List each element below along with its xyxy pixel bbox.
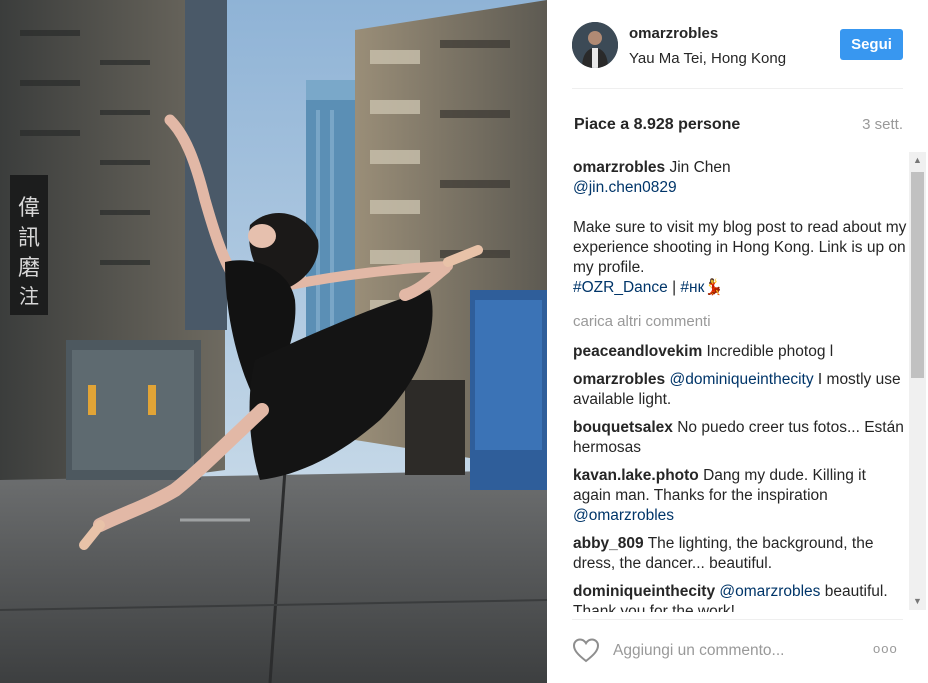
load-more-comments[interactable]: carica altri commenti <box>573 312 907 332</box>
caption-body: Make sure to visit my blog post to read … <box>573 219 907 276</box>
svg-text:偉: 偉 <box>18 196 40 221</box>
heart-icon[interactable] <box>572 637 600 663</box>
likes-count[interactable]: Piace a 8.928 persone <box>574 116 740 134</box>
comment-input[interactable] <box>613 640 843 662</box>
list-item: peaceandlovekim Incredible photog l <box>573 342 907 362</box>
comment-username[interactable]: bouquetsalex <box>573 419 673 436</box>
hashtag-hk[interactable]: #нк💃 <box>680 279 723 296</box>
more-options-icon[interactable]: ooo <box>873 641 898 656</box>
post-time[interactable]: 3 sett. <box>862 116 903 133</box>
comment-username[interactable]: dominiqueinthecity <box>573 583 715 600</box>
post-caption: omarzrobles Jin Chen @jin.chen0829 Make … <box>573 158 907 298</box>
scrollbar-thumb[interactable] <box>911 172 924 378</box>
list-item: omarzrobles @dominiqueinthecity I mostly… <box>573 370 907 410</box>
post-photo[interactable]: 偉 訊 磨 注 <box>0 0 547 683</box>
comment-text: Incredible photog l <box>702 343 834 360</box>
comment-username[interactable]: kavan.lake.photo <box>573 467 699 484</box>
caption-line1: Jin Chen <box>665 159 731 176</box>
comment-footer: ooo <box>547 620 928 683</box>
avatar[interactable] <box>572 22 618 68</box>
header-divider <box>572 88 903 89</box>
caption-username[interactable]: omarzrobles <box>573 159 665 176</box>
ballet-dancer-street-photo: 偉 訊 磨 注 <box>0 0 547 683</box>
comment-username[interactable]: omarzrobles <box>573 371 665 388</box>
comment-username[interactable]: abby_809 <box>573 535 644 552</box>
post-location[interactable]: Yau Ma Tei, Hong Kong <box>629 50 786 67</box>
post-details-panel: omarzrobles Yau Ma Tei, Hong Kong Segui … <box>547 0 928 683</box>
comments-scrollbar[interactable]: ▲ ▼ <box>909 152 926 610</box>
post-author-username[interactable]: omarzrobles <box>629 25 718 42</box>
likes-row: Piace a 8.928 persone 3 sett. <box>547 106 928 146</box>
comment-mention[interactable]: @omarzrobles <box>573 507 674 524</box>
comment-mention[interactable]: @dominiqueinthecity <box>665 371 813 388</box>
svg-text:訊: 訊 <box>18 226 40 251</box>
caption-mention[interactable]: @jin.chen0829 <box>573 179 677 196</box>
comments-list[interactable]: omarzrobles Jin Chen @jin.chen0829 Make … <box>573 158 907 612</box>
list-item: dominiqueinthecity @omarzrobles beautifu… <box>573 582 907 612</box>
list-item: bouquetsalex No puedo creer tus fotos...… <box>573 418 907 458</box>
follow-button[interactable]: Segui <box>840 29 903 60</box>
comment-username[interactable]: peaceandlovekim <box>573 343 702 360</box>
avatar-image <box>572 22 618 68</box>
list-item: kavan.lake.photo Dang my dude. Killing i… <box>573 466 907 526</box>
svg-text:磨: 磨 <box>18 256 40 281</box>
svg-text:注: 注 <box>19 284 39 308</box>
scroll-down-arrow-icon[interactable]: ▼ <box>909 593 926 610</box>
scroll-up-arrow-icon[interactable]: ▲ <box>909 152 926 169</box>
hashtag-ozr-dance[interactable]: #OZR_Dance <box>573 279 668 296</box>
list-item: abby_809 The lighting, the background, t… <box>573 534 907 574</box>
caption-separator: | <box>667 279 681 296</box>
comment-mention[interactable]: @omarzrobles <box>715 583 820 600</box>
post-header: omarzrobles Yau Ma Tei, Hong Kong Segui <box>547 0 928 88</box>
